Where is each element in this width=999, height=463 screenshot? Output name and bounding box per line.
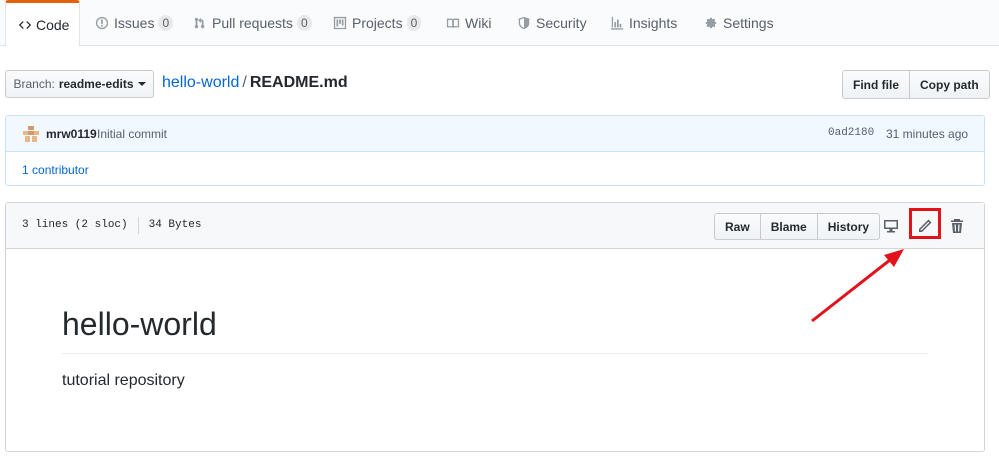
contributor-label: contributor — [32, 163, 89, 177]
tab-wiki[interactable]: Wiki — [445, 0, 491, 46]
file-actions: Find file Copy path — [842, 70, 990, 99]
tab-label: Insights — [629, 15, 678, 31]
graph-icon — [609, 15, 625, 31]
tab-issues[interactable]: Issues 0 — [94, 0, 174, 46]
tab-security[interactable]: Security — [516, 0, 587, 46]
tab-label: Security — [536, 15, 587, 31]
readme-body: tutorial repository — [62, 372, 185, 389]
tab-insights[interactable]: Insights — [609, 0, 677, 46]
history-button[interactable]: History — [816, 213, 881, 240]
chevron-down-icon — [137, 82, 146, 86]
tab-settings[interactable]: Settings — [703, 0, 774, 46]
readme-heading: hello-world — [62, 305, 928, 354]
book-icon — [445, 15, 461, 31]
commit-header: mrw0119 Initial commit 0ad2180 31 minute… — [6, 116, 984, 152]
tab-label: Settings — [723, 15, 774, 31]
find-file-button[interactable]: Find file — [842, 70, 910, 99]
avatar[interactable] — [23, 126, 39, 142]
desktop-icon[interactable] — [881, 216, 901, 236]
commit-sha[interactable]: 0ad2180 — [828, 127, 874, 139]
issues-count: 0 — [158, 15, 174, 31]
tab-label: Code — [36, 16, 70, 33]
projects-count: 0 — [406, 15, 422, 31]
tab-projects[interactable]: Projects 0 — [332, 0, 422, 46]
file-size: 34 Bytes — [148, 219, 202, 231]
tab-label: Wiki — [465, 15, 492, 31]
breadcrumb: hello-world / README.md — [162, 74, 348, 92]
issue-icon — [94, 15, 110, 31]
commit-tease: mrw0119 Initial commit 0ad2180 31 minute… — [5, 115, 985, 186]
repo-nav: Code Issues 0 Pull requests 0 Projects 0… — [0, 0, 999, 47]
branch-name: readme-edits — [58, 77, 134, 91]
contributor-count: 1 — [22, 163, 29, 177]
tab-label: Issues — [114, 15, 155, 31]
raw-button[interactable]: Raw — [714, 213, 761, 240]
tab-label: Projects — [352, 15, 403, 31]
commit-message[interactable]: Initial commit — [97, 127, 167, 141]
commit-time: 31 minutes ago — [886, 127, 969, 141]
tab-label: Pull requests — [212, 15, 293, 31]
file-container: 3 lines (2 sloc) 34 Bytes Raw Blame Hist… — [5, 202, 985, 452]
tab-code[interactable]: Code — [5, 0, 80, 47]
file-lines: 3 lines (2 sloc) — [22, 219, 128, 231]
readme-content: hello-world tutorial repository — [62, 305, 928, 390]
trash-icon[interactable] — [947, 216, 967, 236]
divider — [137, 217, 139, 234]
copy-path-button[interactable]: Copy path — [910, 70, 990, 99]
code-icon — [18, 17, 32, 33]
pull-request-icon — [192, 15, 208, 31]
project-icon — [332, 15, 348, 31]
tab-pull-requests[interactable]: Pull requests 0 — [192, 0, 312, 46]
breadcrumb-separator: / — [242, 74, 247, 91]
contributors-link[interactable]: 1 contributor — [22, 163, 89, 177]
breadcrumb-repo-link[interactable]: hello-world — [162, 74, 239, 91]
breadcrumb-file: README.md — [249, 74, 348, 91]
file-view-buttons: Raw Blame History — [714, 213, 881, 240]
branch-prefix: Branch: — [13, 77, 55, 91]
blame-button[interactable]: Blame — [759, 213, 818, 240]
file-info: 3 lines (2 sloc) 34 Bytes — [22, 217, 202, 234]
file-header: 3 lines (2 sloc) 34 Bytes Raw Blame Hist… — [6, 203, 984, 249]
gear-icon — [703, 15, 719, 31]
branch-selector-button[interactable]: Branch: readme-edits — [5, 70, 154, 98]
shield-icon — [516, 15, 532, 31]
commit-author[interactable]: mrw0119 — [46, 127, 97, 141]
pull-requests-count: 0 — [296, 15, 312, 31]
edit-highlight-box — [909, 208, 941, 239]
